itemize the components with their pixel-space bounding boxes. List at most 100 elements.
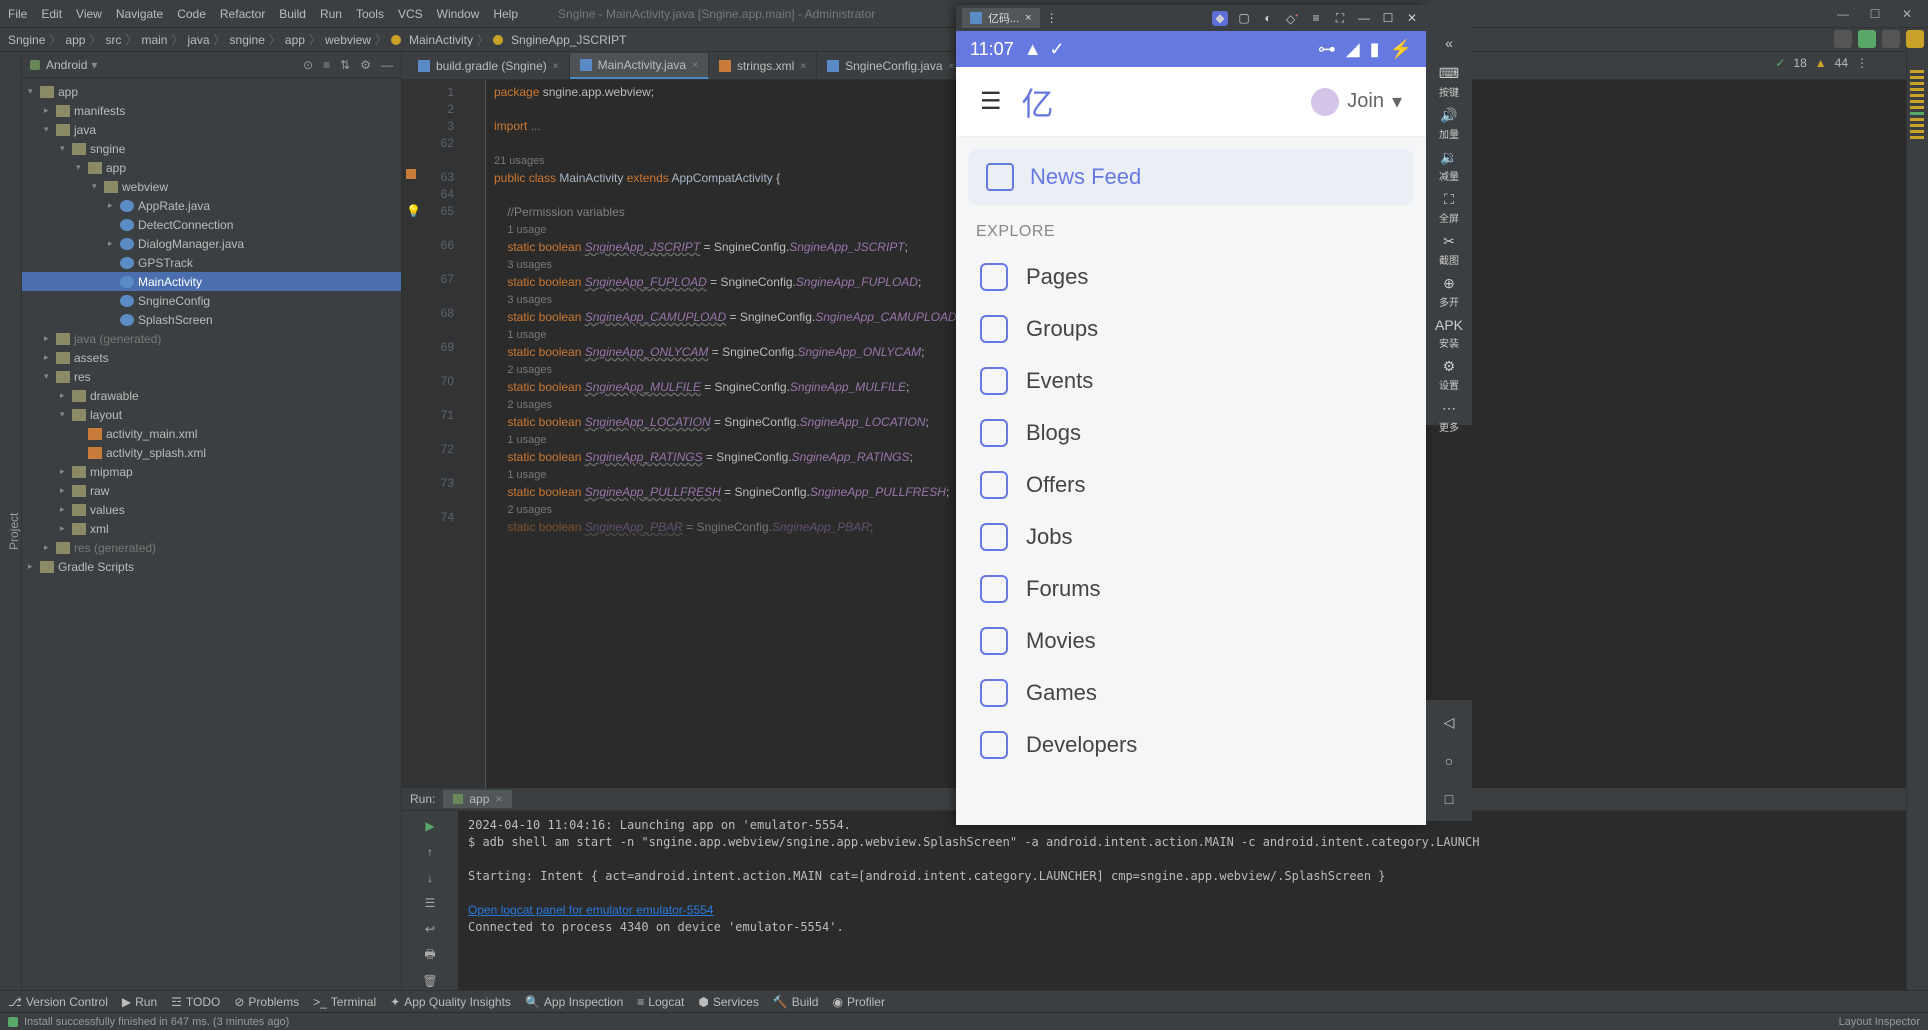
tree-node[interactable]: ▾java	[22, 120, 401, 139]
menu-help[interactable]: Help	[493, 7, 518, 21]
editor-tab[interactable]: MainActivity.java×	[570, 53, 709, 79]
logcat-link[interactable]: Open logcat panel for emulator emulator-…	[468, 903, 713, 917]
tree-arrow-icon[interactable]: ▾	[92, 181, 104, 192]
tree-node[interactable]: ▸xml	[22, 519, 401, 538]
tree-node[interactable]: MainActivity	[22, 272, 401, 291]
bottom-services[interactable]: ⬢Services	[698, 995, 759, 1009]
chevron-down-icon[interactable]: ▾	[91, 58, 97, 72]
tree-node[interactable]: ▸assets	[22, 348, 401, 367]
tree-arrow-icon[interactable]: ▾	[60, 409, 72, 420]
close-icon[interactable]: ×	[800, 61, 806, 72]
settings-icon[interactable]	[1906, 30, 1924, 48]
line-number[interactable]: 💡65	[402, 203, 454, 220]
line-number[interactable]	[402, 254, 454, 271]
nav-offers[interactable]: Offers	[968, 459, 1414, 511]
close-icon[interactable]: ✕	[1404, 11, 1420, 26]
menu-file[interactable]: File	[8, 7, 27, 21]
bottom-problems[interactable]: ⊘Problems	[234, 995, 299, 1009]
maximize-button[interactable]: ☐	[1862, 7, 1888, 21]
tree-node[interactable]: ▾res	[22, 367, 401, 386]
error-stripe[interactable]	[1910, 70, 1924, 139]
bottom-todo[interactable]: ☲TODO	[171, 995, 220, 1009]
breadcrumb-item[interactable]: Sngine	[8, 33, 45, 47]
breadcrumb-item[interactable]: webview	[325, 33, 371, 47]
menu-vcs[interactable]: VCS	[398, 7, 423, 21]
nav-movies[interactable]: Movies	[968, 615, 1414, 667]
line-number[interactable]	[402, 390, 454, 407]
line-number[interactable]	[402, 492, 454, 509]
trash-button[interactable]: 🗑	[421, 972, 439, 990]
line-number[interactable]: 72	[402, 441, 454, 458]
breadcrumb-item[interactable]: MainActivity	[409, 33, 473, 47]
collapse-icon[interactable]: «	[1445, 35, 1453, 51]
menu-icon[interactable]: ≡	[1308, 11, 1324, 26]
line-number[interactable]	[402, 424, 454, 441]
emu-tool-加量[interactable]: 🔊加量	[1429, 103, 1469, 145]
tree-node[interactable]: SplashScreen	[22, 310, 401, 329]
menu-edit[interactable]: Edit	[41, 7, 62, 21]
filter-icon[interactable]: ≡	[323, 58, 330, 72]
print-button[interactable]: 🖶	[421, 946, 439, 964]
tree-arrow-icon[interactable]: ▸	[60, 466, 72, 477]
line-number[interactable]	[402, 322, 454, 339]
tree-arrow-icon[interactable]: ▸	[108, 200, 120, 211]
nav-groups[interactable]: Groups	[968, 303, 1414, 355]
close-icon[interactable]: ×	[553, 61, 559, 72]
target-icon[interactable]: ⊙	[303, 58, 313, 72]
tree-arrow-icon[interactable]: ▾	[44, 371, 56, 382]
close-button[interactable]: ✕	[1894, 7, 1920, 21]
editor-tab[interactable]: strings.xml×	[709, 53, 817, 79]
nav-events[interactable]: Events	[968, 355, 1414, 407]
line-number[interactable]: 64	[402, 186, 454, 203]
nav-forums[interactable]: Forums	[968, 563, 1414, 615]
menu-build[interactable]: Build	[279, 7, 306, 21]
tree-node[interactable]: ▸values	[22, 500, 401, 519]
tree-node[interactable]: activity_splash.xml	[22, 443, 401, 462]
line-number[interactable]: 2	[402, 101, 454, 118]
breadcrumb-item[interactable]: java	[187, 33, 209, 47]
filter-button[interactable]: ☰	[421, 894, 439, 912]
line-number[interactable]	[402, 220, 454, 237]
menu-run[interactable]: Run	[320, 7, 342, 21]
emu-tool-减量[interactable]: 🔉减量	[1429, 145, 1469, 187]
tree-arrow-icon[interactable]: ▸	[44, 105, 56, 116]
tree-arrow-icon[interactable]: ▸	[28, 561, 40, 572]
emu-tool-多开[interactable]: ⊕多开	[1429, 271, 1469, 313]
hamburger-icon[interactable]: ☰	[980, 87, 1002, 116]
tree-node[interactable]: DetectConnection	[22, 215, 401, 234]
emu-tool-设置[interactable]: ⚙设置	[1429, 354, 1469, 396]
bottom-profiler[interactable]: ◉Profiler	[832, 995, 885, 1009]
tree-node[interactable]: ▸drawable	[22, 386, 401, 405]
stop-button[interactable]: ↑	[421, 843, 439, 861]
tree-node[interactable]: ▾sngine	[22, 139, 401, 158]
line-number[interactable]: 66	[402, 237, 454, 254]
close-icon[interactable]: ×	[692, 60, 698, 71]
tree-node[interactable]: ▸java (generated)	[22, 329, 401, 348]
breadcrumb-item[interactable]: sngine	[230, 33, 265, 47]
line-number[interactable]: 69	[402, 339, 454, 356]
tree-node[interactable]: ▸mipmap	[22, 462, 401, 481]
breadcrumb-item[interactable]: SngineApp_JSCRIPT	[511, 33, 626, 47]
tree-arrow-icon[interactable]: ▾	[28, 86, 40, 97]
line-number[interactable]: 1	[402, 84, 454, 101]
tree-node[interactable]: ▸DialogManager.java	[22, 234, 401, 253]
run-output[interactable]: 2024-04-10 11:04:16: Launching app on 'e…	[458, 811, 1928, 990]
notification-icon[interactable]: ◇•	[1284, 11, 1300, 26]
line-number[interactable]: 71	[402, 407, 454, 424]
more-icon[interactable]: ⋮	[1046, 11, 1058, 25]
layout-inspector-link[interactable]: Layout Inspector	[1839, 1016, 1920, 1028]
home-button[interactable]: ○	[1445, 753, 1453, 769]
tree-arrow-icon[interactable]: ▸	[60, 523, 72, 534]
emu-tool-更多[interactable]: ⋯更多	[1429, 396, 1469, 438]
close-icon[interactable]: ×	[1025, 12, 1031, 24]
nav-news-feed[interactable]: News Feed	[968, 149, 1414, 205]
bottom-terminal[interactable]: >_Terminal	[313, 995, 376, 1009]
tree-node[interactable]: ▸AppRate.java	[22, 196, 401, 215]
line-number[interactable]: 73	[402, 475, 454, 492]
tree-node[interactable]: ▾layout	[22, 405, 401, 424]
run-config-tab[interactable]: app ×	[443, 790, 512, 808]
tree-node[interactable]: ▸res (generated)	[22, 538, 401, 557]
menu-code[interactable]: Code	[177, 7, 206, 21]
close-icon[interactable]: ×	[495, 792, 502, 806]
gear-icon[interactable]: ⚙	[360, 58, 371, 72]
